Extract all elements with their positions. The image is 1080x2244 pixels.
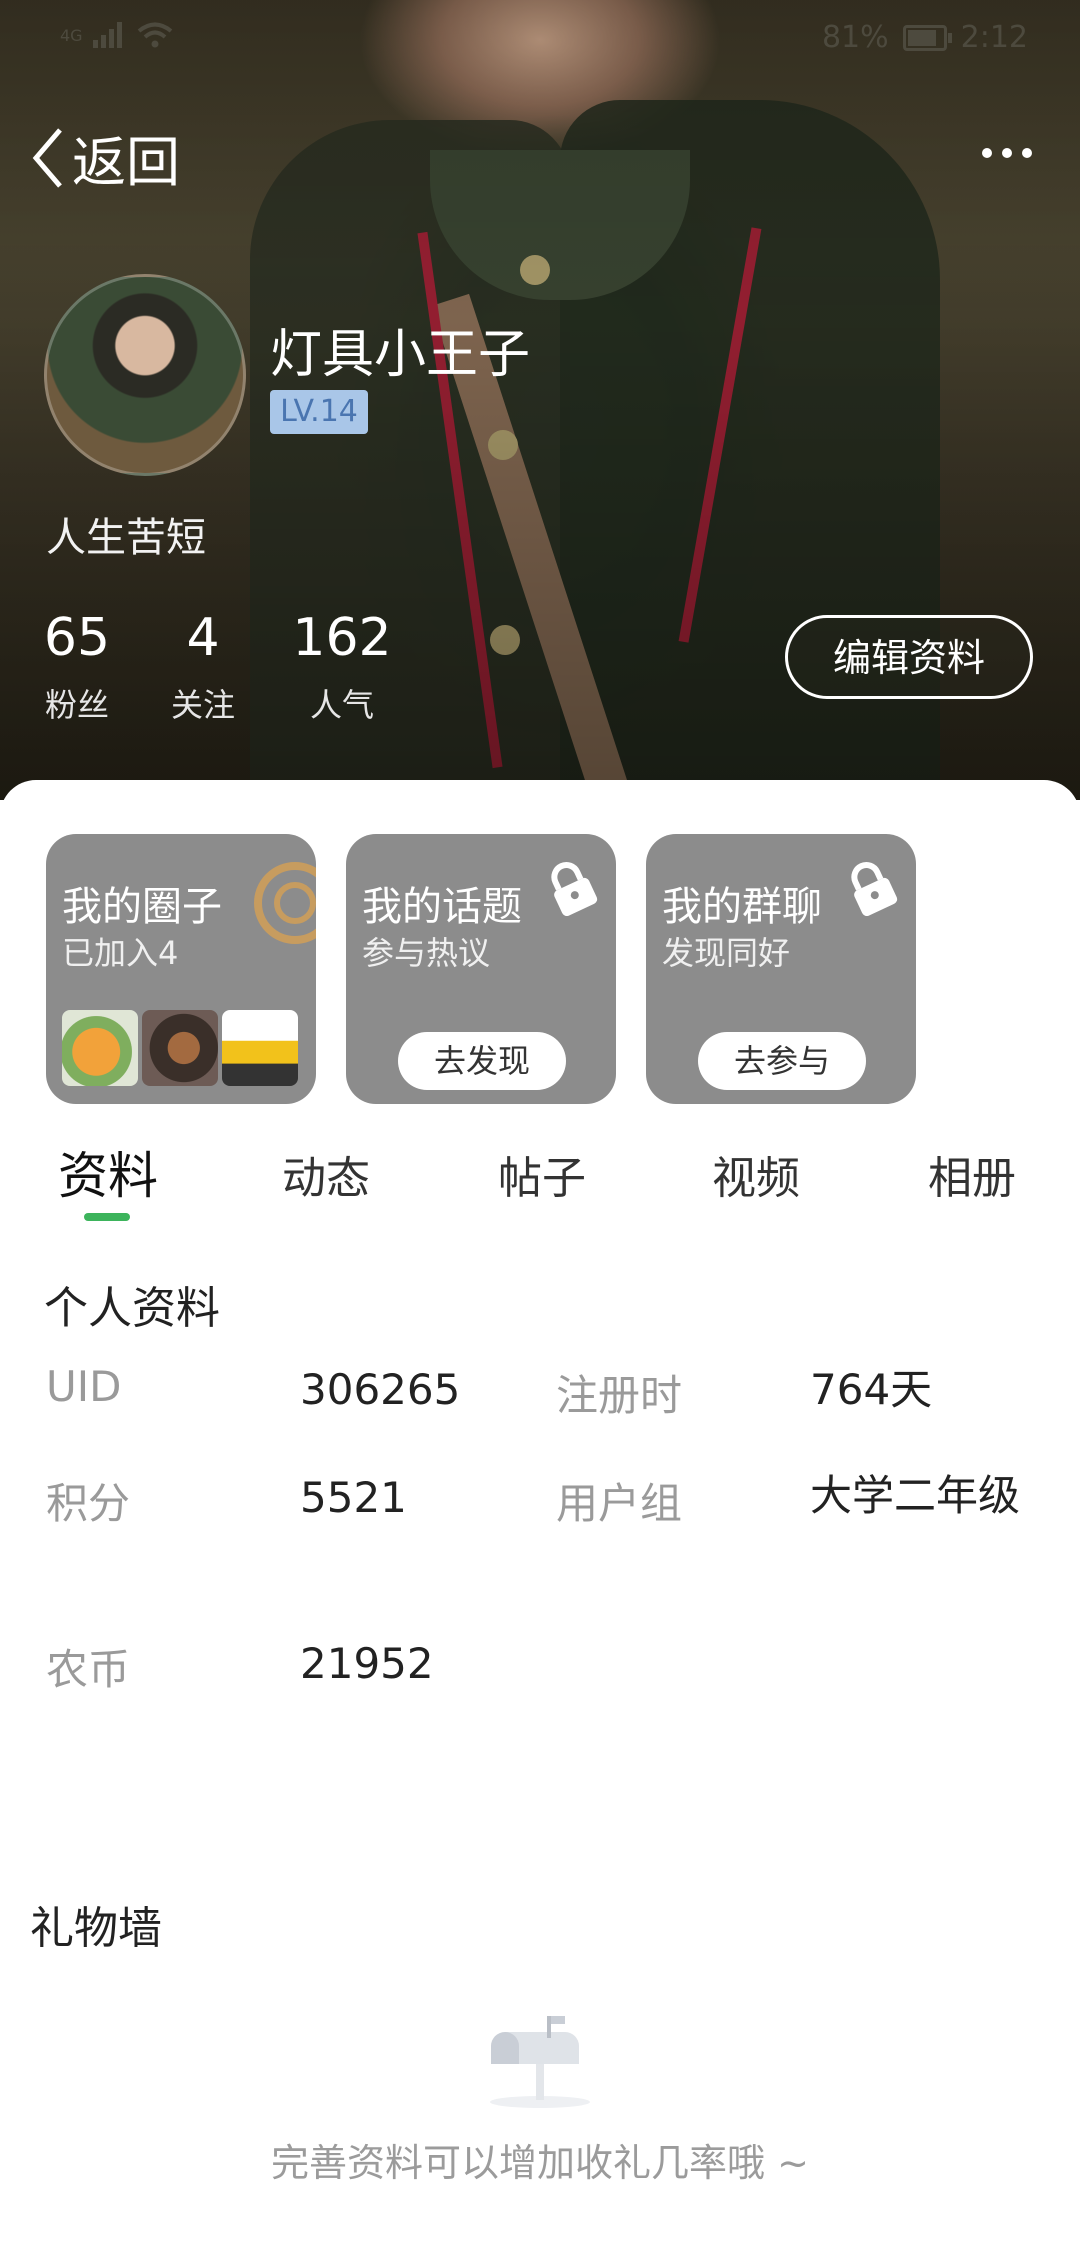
uid-label: UID — [46, 1362, 122, 1411]
dot-icon — [1002, 148, 1012, 158]
stat-label: 关注 — [170, 686, 235, 724]
registration-value: 764天 — [810, 1365, 933, 1414]
profile-tabs: 资料 动态 帖子 视频 相册 — [0, 1136, 1080, 1236]
bio-text: 人生苦短 — [46, 515, 206, 561]
circle-thumbnail[interactable] — [142, 1010, 218, 1086]
card-title: 我的话题 — [362, 884, 522, 930]
dot-icon — [1022, 148, 1032, 158]
card-subtitle: 已加入4 — [62, 934, 179, 972]
tab-posts[interactable]: 帖子 — [498, 1142, 586, 1206]
tab-profile[interactable]: 资料 — [58, 1136, 158, 1208]
battery-icon — [902, 24, 952, 51]
card-title: 我的圈子 — [62, 884, 222, 930]
stat-label: 粉丝 — [44, 686, 109, 724]
back-label: 返回 — [72, 131, 180, 194]
card-my-circles[interactable]: 我的圈子 已加入4 — [46, 834, 316, 1104]
tab-album[interactable]: 相册 — [928, 1142, 1016, 1206]
discover-button[interactable]: 去发现 — [398, 1032, 566, 1090]
gift-wall-empty-hint: 完善资料可以增加收礼几率哦 ~ — [271, 2141, 809, 2185]
stat-value: 162 — [292, 608, 392, 668]
battery-percent: 81% — [821, 20, 889, 55]
gift-wall-title: 礼物墙 — [30, 1903, 162, 1954]
card-my-groups[interactable]: 我的群聊 发现同好 去参与 — [646, 834, 916, 1104]
level-badge: LV.14 — [270, 390, 368, 434]
lock-icon — [551, 862, 598, 916]
more-options-button[interactable] — [982, 148, 1032, 158]
lock-icon — [851, 862, 898, 916]
stat-value: 65 — [43, 608, 111, 668]
stat-label: 人气 — [309, 686, 374, 724]
active-tab-indicator — [84, 1213, 130, 1221]
section-title-personal-info: 个人资料 — [44, 1283, 220, 1334]
circle-logo-icon — [254, 862, 316, 944]
back-button[interactable]: 返回 — [30, 118, 180, 197]
card-subtitle: 发现同好 — [662, 934, 791, 972]
points-label: 积分 — [46, 1479, 131, 1528]
coins-value: 21952 — [300, 1639, 434, 1688]
avatar[interactable] — [44, 274, 246, 476]
circle-thumbnail[interactable] — [62, 1010, 138, 1086]
stat-value: 4 — [186, 608, 220, 668]
wifi-icon — [137, 22, 172, 48]
points-value: 5521 — [300, 1473, 407, 1522]
chevron-left-icon — [32, 127, 62, 188]
mailbox-icon — [490, 2016, 590, 2108]
dot-icon — [982, 148, 992, 158]
clock: 2:12 — [960, 20, 1028, 55]
stat-popularity[interactable]: 162 人气 — [292, 608, 392, 726]
user-group-value: 大学二年级 — [810, 1471, 1021, 1520]
network-type: 4G — [60, 25, 83, 45]
card-my-topics[interactable]: 我的话题 参与热议 去发现 — [346, 834, 616, 1104]
stat-fans[interactable]: 65 粉丝 — [42, 608, 112, 726]
registration-label: 注册时 — [556, 1371, 683, 1420]
user-group-label: 用户组 — [556, 1479, 683, 1528]
card-title: 我的群聊 — [662, 884, 822, 930]
tab-videos[interactable]: 视频 — [712, 1142, 800, 1206]
edit-profile-button[interactable]: 编辑资料 — [785, 615, 1033, 699]
stat-following[interactable]: 4 关注 — [168, 608, 238, 726]
circle-thumbnail[interactable] — [222, 1010, 298, 1086]
join-button[interactable]: 去参与 — [698, 1032, 866, 1090]
coins-label: 农币 — [46, 1645, 131, 1694]
uid-value: 306265 — [300, 1365, 461, 1414]
card-subtitle: 参与热议 — [362, 934, 491, 972]
status-bar: 4G 81% 2:12 — [0, 0, 1080, 80]
tab-activity[interactable]: 动态 — [282, 1142, 370, 1206]
username: 灯具小王子 — [270, 325, 531, 385]
signal-icon — [92, 22, 122, 48]
